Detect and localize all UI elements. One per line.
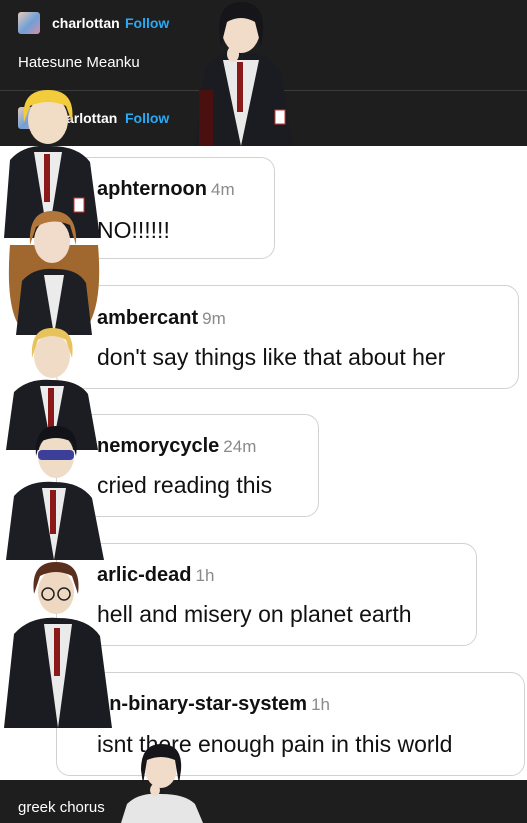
character-sticker-top <box>185 0 297 146</box>
character-sticker-glasses <box>0 558 124 728</box>
footer-post: greek chorus <box>0 780 527 823</box>
avatar[interactable] <box>18 12 40 34</box>
comment-username[interactable]: aphternoon 4m <box>97 178 235 201</box>
character-sticker-bottom <box>113 742 211 823</box>
follow-button[interactable]: Follow <box>125 110 169 126</box>
comment-text: don't say things like that about her <box>97 344 446 370</box>
follow-button[interactable]: Follow <box>125 15 169 31</box>
comment-timestamp: 9m <box>202 309 226 328</box>
post-username[interactable]: charlottan <box>52 15 120 31</box>
comment-text: cried reading this <box>97 472 273 498</box>
post-text: greek chorus <box>18 799 105 816</box>
post-text: Hatesune Meanku <box>18 54 140 71</box>
comment-bubble: ambercant 9m don't say things like that a… <box>56 285 519 389</box>
comment-username[interactable]: nemorycycle 24m <box>97 435 256 458</box>
comment-username[interactable]: on-binary-star-system 1h <box>97 693 330 716</box>
comment-timestamp: 1h <box>195 566 215 585</box>
comment-text: hell and misery on planet earth <box>97 601 412 627</box>
comment-username[interactable]: ambercant 9m <box>97 307 226 330</box>
comment-timestamp: 1h <box>311 695 330 714</box>
comment-timestamp: 24m <box>223 437 257 456</box>
character-sticker-long-hair <box>0 205 108 335</box>
character-sticker-blindfold <box>0 420 110 560</box>
comment-timestamp: 4m <box>211 180 235 199</box>
